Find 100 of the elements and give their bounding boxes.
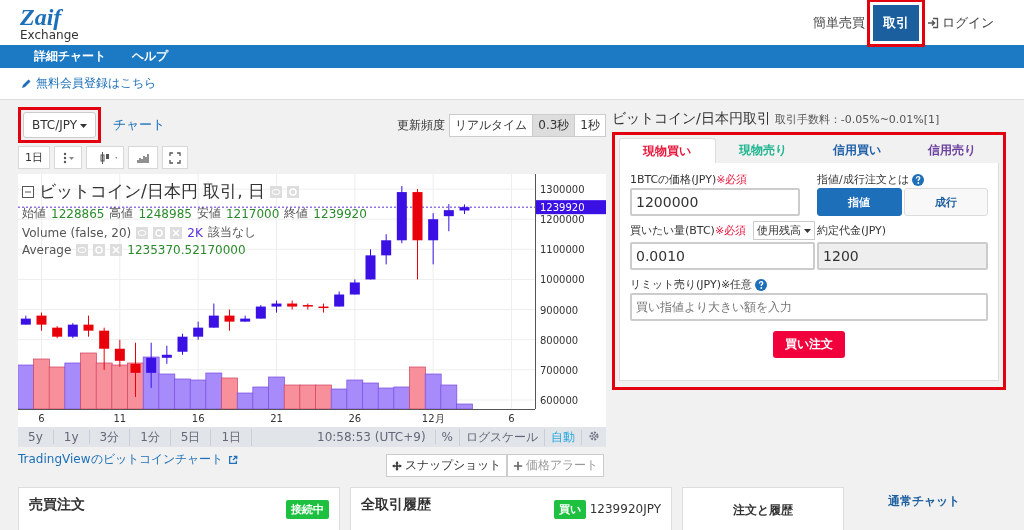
volume-bar <box>64 363 82 410</box>
candle <box>240 315 251 323</box>
volume-bar <box>111 365 129 410</box>
gear-icon <box>153 226 166 239</box>
tradingview-link[interactable]: TradingViewのビットコインチャート <box>18 451 223 468</box>
candle <box>193 321 204 341</box>
candle <box>83 315 94 338</box>
volume-bar <box>330 389 348 410</box>
volume-bar <box>283 385 301 410</box>
login-icon <box>927 16 939 29</box>
fullscreen-button[interactable] <box>162 146 188 170</box>
field-label: 約定代金(JPY) <box>817 223 887 238</box>
price-tick: 1100000 <box>540 244 585 256</box>
chart-title: ビットコイン/日本円 取引, 日 <box>39 180 265 204</box>
eye-icon <box>136 226 149 239</box>
interval-button[interactable]: 1日 <box>18 146 50 170</box>
candle-style-button[interactable] <box>86 146 124 170</box>
help-icon <box>911 173 924 186</box>
candle <box>365 249 376 281</box>
limit-input[interactable]: 買い指値より大きい額を入力 <box>630 293 988 321</box>
candle <box>334 291 345 308</box>
volume-bar <box>18 365 35 410</box>
gear-icon <box>286 185 299 198</box>
panel-tab[interactable]: 注文と履歴 <box>682 487 844 530</box>
chart-time: 10:58:53 (UTC+9) <box>316 430 427 445</box>
order-tab[interactable]: 信用売り <box>904 138 999 163</box>
range-button[interactable]: 5y <box>18 430 54 445</box>
date-tick: 6 <box>508 413 515 425</box>
total-field[interactable]: 1200 <box>817 242 988 270</box>
status-badge: 買い <box>553 500 586 519</box>
order-tab[interactable]: 現物買い <box>619 138 716 163</box>
price-tick: 1300000 <box>540 184 585 196</box>
nav-link[interactable]: ログイン <box>923 4 998 41</box>
menu-item[interactable]: 詳細チャート <box>34 48 106 65</box>
range-button[interactable]: 1日 <box>211 428 253 446</box>
order-tab[interactable]: 信用買い <box>810 138 905 163</box>
candle <box>130 342 141 398</box>
panel-tab[interactable]: 通常チャット <box>844 487 1004 515</box>
balance-dropdown[interactable]: 使用残高 <box>753 221 816 240</box>
order-title: ビットコイン/日本円取引 <box>612 110 771 128</box>
ohlc-label: 始値 <box>22 205 46 223</box>
ohlc-value: 1217000 <box>225 206 280 221</box>
refresh-label: 更新頻度 <box>397 116 446 134</box>
candle <box>459 204 470 215</box>
indicator-label: Volume (false, 20) <box>22 225 132 240</box>
field-label: 買いたい量(BTC)※必須 <box>630 223 747 238</box>
refresh-option[interactable]: 0.3秒 <box>532 114 575 136</box>
more-icon <box>61 151 75 164</box>
price-input[interactable]: 1200000 <box>630 188 800 216</box>
range-button[interactable]: 1y <box>53 430 90 445</box>
fee-note: 取引手数料：-0.05%~0.01%[1] <box>774 112 940 127</box>
signup-link[interactable]: 無料会員登録はこちら <box>36 75 156 92</box>
external-link-icon <box>227 454 238 465</box>
last-price-tag: 1239920 <box>536 200 606 215</box>
order-type-button[interactable]: 指値 <box>817 188 902 216</box>
candle <box>396 186 407 245</box>
candle <box>52 326 63 340</box>
date-tick: 11 <box>113 413 127 425</box>
indicators-button[interactable] <box>128 146 158 170</box>
eye-icon <box>269 185 282 198</box>
percent-toggle[interactable]: % <box>434 430 459 445</box>
candle <box>177 333 188 356</box>
volume-bar <box>189 380 207 410</box>
snapshot-button[interactable]: スナップショット <box>386 454 507 477</box>
menu-item[interactable]: ヘルプ <box>132 48 168 65</box>
volume-bar <box>80 353 97 410</box>
order-type-button[interactable]: 成行 <box>903 188 988 216</box>
status-badge: 接続中 <box>286 500 329 519</box>
candle <box>255 305 266 320</box>
collapse-icon <box>22 185 34 198</box>
candle <box>99 327 110 371</box>
gear-icon <box>93 244 106 257</box>
buy-order-button[interactable]: 買い注文 <box>773 331 845 358</box>
logo[interactable]: Zaif <box>20 4 79 29</box>
indicator-note: 該当なし <box>207 224 256 242</box>
price-alert-button[interactable]: 価格アラート <box>507 454 604 477</box>
candle <box>146 342 157 389</box>
ohlc-label: 安値 <box>196 205 221 223</box>
price-tick: 600000 <box>540 395 579 407</box>
close-icon <box>170 226 183 239</box>
date-tick: 12月 <box>421 413 445 425</box>
pair-dropdown[interactable]: BTC/JPY <box>23 112 97 138</box>
volume-bar <box>377 388 395 410</box>
move-icon <box>392 460 402 471</box>
ohlc-value: 1228865 <box>51 206 105 221</box>
candle <box>114 339 125 368</box>
help-icon <box>755 278 768 291</box>
amount-input[interactable]: 0.0010 <box>630 242 816 270</box>
candle <box>67 323 78 340</box>
range-button[interactable]: 1分 <box>130 428 171 446</box>
indicator-label: Average <box>22 243 72 258</box>
date-tick: 26 <box>348 413 362 425</box>
log-scale-toggle[interactable]: ログスケール <box>459 428 544 446</box>
range-button[interactable]: 5日 <box>170 428 212 446</box>
more-button[interactable] <box>54 146 82 170</box>
fullscreen-icon <box>169 151 181 164</box>
candle <box>381 234 392 266</box>
range-button[interactable]: 3分 <box>89 428 131 446</box>
chart-tab[interactable]: チャート <box>113 116 166 134</box>
nav-link[interactable]: 簡単売買 <box>809 4 869 41</box>
